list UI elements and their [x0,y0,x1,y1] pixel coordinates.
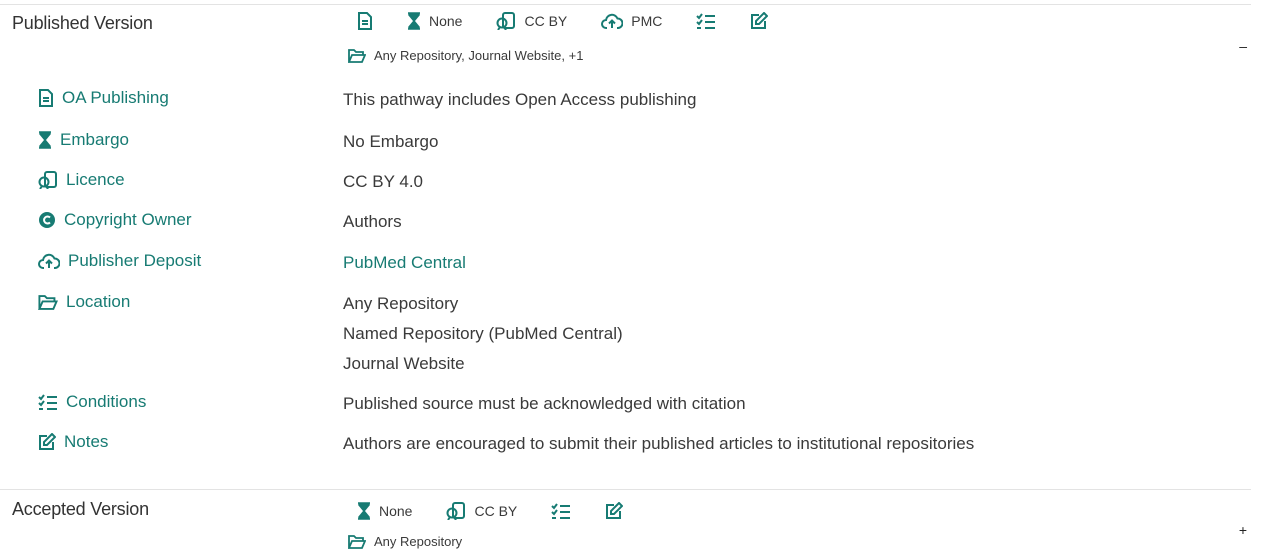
folder-open-icon [38,294,58,310]
location-summary-text: Any Repository [374,534,463,549]
copyright-value: Authors [343,212,402,231]
notes-value: Authors are encouraged to submit their p… [343,434,975,453]
folder-open-icon [348,48,366,63]
accepted-location-summary: Any Repository [348,534,462,549]
published-summary: None CC BY PMC [357,12,802,30]
embargo-value: No Embargo [343,132,439,151]
folder-open-icon [348,534,366,549]
hourglass-icon [38,131,52,149]
cloud-upload-icon [601,13,624,29]
deposit-summary: PMC [601,13,662,29]
conditions-icon [696,13,716,29]
accepted-version-title[interactable]: Accepted Version [12,499,149,520]
notes-label-text: Notes [64,432,109,451]
notes-icon [605,502,624,520]
licence-label: Licence [38,170,125,190]
licence-icon [38,171,58,189]
copyright-icon [38,211,56,229]
copyright-label: Copyright Owner [38,210,192,230]
conditions-value: Published source must be acknowledged wi… [343,394,746,413]
pathway-panel: Published Version None CC BY PMC Any Rep… [0,0,1263,552]
copyright-label-text: Copyright Owner [64,210,192,229]
oa-label: OA Publishing [38,88,169,108]
notes-icon [750,12,769,30]
hourglass-icon [407,12,421,30]
licence-summary: CC BY [496,12,567,30]
deposit-label: Publisher Deposit [38,251,201,271]
accepted-summary: None CC BY [357,502,657,520]
notes-label: Notes [38,432,108,452]
conditions-label-text: Conditions [66,392,147,411]
deposit-label-text: Publisher Deposit [68,251,202,270]
notes-icon [38,433,56,451]
oa-publishing-icon [38,89,54,107]
location-item: Named Repository (PubMed Central) [343,324,623,343]
collapse-toggle[interactable]: – [1239,38,1247,54]
pubmed-central-link[interactable]: PubMed Central [343,248,466,278]
location-summary-text: Any Repository, Journal Website, +1 [374,48,584,63]
expand-toggle[interactable]: + [1239,522,1247,538]
oa-label-text: OA Publishing [62,88,169,107]
deposit-summary-text: PMC [631,13,663,29]
location-label: Location [38,292,130,312]
licence-summary-text: CC BY [474,503,518,519]
licence-summary: CC BY [446,502,517,520]
published-location-summary: Any Repository, Journal Website, +1 [348,48,583,63]
location-label-text: Location [66,292,131,311]
location-values: Any Repository Named Repository (PubMed … [343,289,623,379]
embargo-label-text: Embargo [60,130,129,149]
conditions-icon [551,503,571,519]
location-item: Any Repository [343,294,459,313]
top-divider [0,4,1251,5]
embargo-label: Embargo [38,130,129,150]
conditions-label: Conditions [38,392,146,412]
published-version-title[interactable]: Published Version [12,13,153,34]
licence-summary-text: CC BY [524,13,568,29]
cloud-upload-icon [38,253,60,269]
oa-value: This pathway includes Open Access publis… [343,90,697,109]
licence-value: CC BY 4.0 [343,172,424,191]
embargo-summary-text: None [429,13,463,29]
location-item: Journal Website [343,354,465,373]
licence-label-text: Licence [66,170,125,189]
section-divider [0,489,1251,490]
embargo-summary: None [357,502,412,520]
hourglass-icon [357,502,371,520]
licence-icon [496,12,516,30]
licence-icon [446,502,466,520]
embargo-summary: None [407,12,462,30]
oa-publishing-icon [357,12,373,30]
embargo-summary-text: None [379,503,413,519]
conditions-icon [38,394,58,410]
